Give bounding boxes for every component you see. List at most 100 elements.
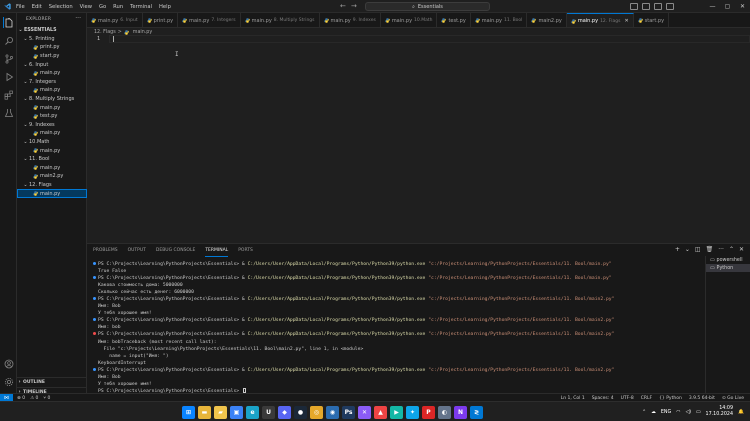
back-arrow-icon[interactable]: ← bbox=[340, 2, 346, 10]
tree-folder[interactable]: ⌄ 8. Multiply Strings bbox=[17, 95, 87, 104]
tree-file[interactable]: main.py bbox=[17, 164, 87, 173]
search-icon[interactable] bbox=[3, 35, 14, 46]
unreal-icon[interactable]: U bbox=[262, 405, 275, 419]
menu-item[interactable]: View bbox=[80, 4, 92, 10]
cloud-icon[interactable]: ☁ bbox=[651, 410, 656, 415]
chevron-up-icon[interactable]: ⌃ bbox=[642, 410, 646, 415]
editor-tab[interactable]: main.py 10.Math bbox=[381, 13, 438, 27]
app-icon[interactable]: P bbox=[422, 405, 435, 419]
tree-folder[interactable]: ⌄ 7. Integers bbox=[17, 78, 87, 87]
split-terminal-icon[interactable]: ◫ bbox=[695, 246, 701, 253]
terminal-instance[interactable]: ▭ Python bbox=[706, 264, 750, 272]
close-button[interactable]: ✕ bbox=[735, 0, 750, 13]
code-editor[interactable]: 1 I bbox=[87, 35, 750, 243]
menu-item[interactable]: Selection bbox=[49, 4, 73, 10]
maximize-button[interactable]: ▢ bbox=[720, 0, 735, 13]
terminal-instance[interactable]: ▭ powershell bbox=[706, 256, 750, 264]
tree-file[interactable]: test.py bbox=[17, 112, 87, 121]
editor-tab[interactable]: print.py bbox=[143, 13, 179, 27]
chevron-down-icon[interactable]: ⌄ bbox=[685, 246, 690, 253]
status-item[interactable]: {} Python bbox=[659, 396, 682, 401]
tree-file[interactable]: main.py bbox=[17, 69, 87, 78]
status-item[interactable]: Spaces: 4 bbox=[592, 396, 614, 401]
tree-file[interactable]: main.py bbox=[17, 103, 87, 112]
command-center[interactable]: ⌕ Essentials bbox=[365, 2, 490, 11]
status-item[interactable]: 3.9.5 64-bit bbox=[689, 396, 715, 401]
editor-tab[interactable]: test.py bbox=[437, 13, 471, 27]
notification-icon[interactable]: 🔔 bbox=[738, 410, 744, 415]
panel-tab[interactable]: DEBUG CONSOLE bbox=[156, 244, 195, 257]
tree-file[interactable]: start.py bbox=[17, 52, 87, 61]
run-debug-icon[interactable] bbox=[3, 71, 14, 82]
vscode-icon[interactable]: ≷ bbox=[470, 405, 483, 419]
tree-file[interactable]: main.py bbox=[17, 189, 87, 198]
kill-terminal-icon[interactable]: 🗑 bbox=[706, 246, 714, 253]
tree-folder[interactable]: ⌄ 9. Indexes bbox=[17, 121, 87, 130]
editor-tab[interactable]: main2.py bbox=[527, 13, 567, 27]
status-item[interactable]: Ln 1, Col 1 bbox=[561, 396, 585, 401]
app-icon[interactable]: ✕ bbox=[358, 405, 371, 419]
app-icon[interactable]: N bbox=[454, 405, 467, 419]
tree-folder[interactable]: ⌄ 12. Flags bbox=[17, 181, 87, 190]
breadcrumb-folder[interactable]: 12. Flags bbox=[94, 30, 116, 35]
menu-item[interactable]: File bbox=[16, 4, 25, 10]
panel-tab[interactable]: PORTS bbox=[238, 244, 253, 257]
panel-tab[interactable]: TERMINAL bbox=[205, 244, 229, 257]
editor-tab[interactable]: main.py 9. Indexes bbox=[320, 13, 381, 27]
editor-tab[interactable]: main.py 12. Flags ✕ bbox=[566, 13, 634, 27]
clock[interactable]: 14:09 17.10.2024 bbox=[706, 406, 733, 418]
source-control-icon[interactable] bbox=[3, 53, 14, 64]
tree-file[interactable]: main.py bbox=[17, 86, 87, 95]
panel-tab[interactable]: OUTPUT bbox=[128, 244, 146, 257]
photoshop-icon[interactable]: Ps bbox=[342, 405, 355, 419]
tree-folder[interactable]: ⌄ 6. Input bbox=[17, 60, 87, 69]
panel-tab[interactable]: PROBLEMS bbox=[93, 244, 118, 257]
maximize-panel-icon[interactable]: ⌃ bbox=[729, 246, 734, 253]
tree-folder[interactable]: ⌄ ESSENTIALS bbox=[17, 26, 87, 35]
file-explorer-icon[interactable]: ▬ bbox=[198, 405, 211, 419]
more-actions-icon[interactable]: ··· bbox=[718, 246, 724, 253]
app-icon[interactable]: ◉ bbox=[326, 405, 339, 419]
status-item[interactable]: UTF-8 bbox=[621, 396, 634, 401]
tree-file[interactable]: main.py bbox=[17, 146, 87, 155]
menu-item[interactable]: Go bbox=[99, 4, 106, 10]
files-icon[interactable] bbox=[3, 17, 14, 28]
editor-tab[interactable]: main.py 11. Bool bbox=[471, 13, 528, 27]
app-icon[interactable]: ▲ bbox=[374, 405, 387, 419]
wifi-icon[interactable]: ◠ bbox=[676, 410, 680, 415]
breadcrumb-file[interactable]: main.py bbox=[133, 30, 152, 35]
app-icon[interactable]: ◆ bbox=[278, 405, 291, 419]
forward-arrow-icon[interactable]: → bbox=[351, 2, 357, 10]
folder-icon[interactable]: ▰ bbox=[214, 405, 227, 419]
language-indicator[interactable]: ENG bbox=[661, 410, 671, 415]
battery-icon[interactable]: ▭ bbox=[696, 410, 701, 415]
gear-icon[interactable] bbox=[3, 376, 14, 387]
testing-icon[interactable] bbox=[3, 107, 14, 118]
menu-item[interactable]: Edit bbox=[32, 4, 42, 10]
chrome-icon[interactable]: ◎ bbox=[310, 405, 323, 419]
minimize-button[interactable]: — bbox=[705, 0, 720, 13]
app-icon[interactable]: ✦ bbox=[406, 405, 419, 419]
app-icon[interactable]: ◐ bbox=[438, 405, 451, 419]
status-item[interactable]: ⊙ Go Live bbox=[722, 396, 744, 401]
customize-layout-icon[interactable] bbox=[666, 3, 674, 10]
edge-icon[interactable]: e bbox=[246, 405, 259, 419]
tree-folder[interactable]: ⌄ 10.Math bbox=[17, 138, 87, 147]
tree-file[interactable]: main.py bbox=[17, 129, 87, 138]
volume-icon[interactable]: ◁) bbox=[685, 410, 691, 415]
windows-start-icon[interactable]: ⊞ bbox=[182, 405, 195, 419]
editor-tab[interactable]: start.py bbox=[634, 13, 670, 27]
toggle-secondary-sidebar-icon[interactable] bbox=[654, 3, 662, 10]
toggle-panel-icon[interactable] bbox=[642, 3, 650, 10]
errors-count[interactable]: ⊗ 0 bbox=[17, 396, 25, 401]
more-actions-icon[interactable]: ··· bbox=[75, 15, 81, 22]
new-terminal-icon[interactable]: + bbox=[675, 246, 680, 253]
tree-folder[interactable]: ⌄ 11. Bool bbox=[17, 155, 87, 164]
outline-section[interactable]: › OUTLINE bbox=[17, 377, 87, 386]
tree-file[interactable]: main2.py bbox=[17, 172, 87, 181]
status-item[interactable]: CRLF bbox=[641, 396, 652, 401]
tree-folder[interactable]: ⌄ 5. Printing bbox=[17, 35, 87, 44]
account-icon[interactable] bbox=[3, 358, 14, 369]
menu-item[interactable]: Help bbox=[159, 4, 171, 10]
tree-file[interactable]: print.py bbox=[17, 43, 87, 52]
